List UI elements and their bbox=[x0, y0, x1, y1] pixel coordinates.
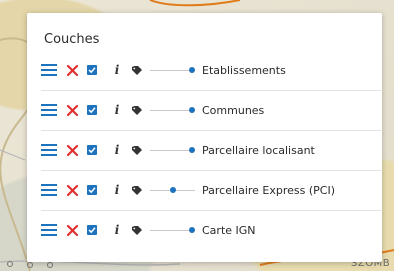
opacity-slider[interactable] bbox=[150, 185, 195, 195]
remove-icon[interactable] bbox=[67, 104, 78, 116]
menu-icon[interactable] bbox=[41, 224, 57, 236]
opacity-slider[interactable] bbox=[150, 225, 195, 235]
remove-icon[interactable] bbox=[67, 184, 78, 196]
info-icon[interactable]: i bbox=[112, 63, 122, 77]
layer-row[interactable]: i Etablissements bbox=[41, 50, 381, 91]
layer-name: Parcellaire Express (PCI) bbox=[202, 183, 336, 197]
slider-thumb[interactable] bbox=[189, 147, 195, 153]
remove-icon[interactable] bbox=[67, 64, 78, 76]
menu-icon[interactable] bbox=[41, 64, 57, 76]
checkbox-icon[interactable] bbox=[87, 105, 97, 115]
checkbox-icon[interactable] bbox=[87, 145, 97, 155]
layer-row[interactable]: i Carte IGN bbox=[41, 210, 381, 250]
panel-title: Couches bbox=[44, 32, 100, 47]
layer-row[interactable]: i Communes bbox=[41, 90, 381, 131]
checkbox-icon[interactable] bbox=[87, 185, 97, 195]
info-icon[interactable]: i bbox=[112, 143, 122, 157]
remove-icon[interactable] bbox=[67, 144, 78, 156]
layers-panel: Couches i Etablissements i Communes i Parcell… bbox=[27, 13, 382, 262]
info-icon[interactable]: i bbox=[112, 103, 122, 117]
layer-row[interactable]: i Parcellaire Express (PCI) bbox=[41, 170, 381, 211]
tag-icon[interactable] bbox=[132, 105, 142, 115]
checkbox-icon[interactable] bbox=[87, 225, 97, 235]
info-icon[interactable]: i bbox=[112, 223, 122, 237]
layer-name: Carte IGN bbox=[202, 223, 256, 237]
layer-row[interactable]: i Parcellaire localisant bbox=[41, 130, 381, 171]
info-icon[interactable]: i bbox=[112, 183, 122, 197]
slider-thumb[interactable] bbox=[189, 67, 195, 73]
slider-thumb[interactable] bbox=[189, 107, 195, 113]
remove-icon[interactable] bbox=[67, 224, 78, 236]
menu-icon[interactable] bbox=[41, 104, 57, 116]
opacity-slider[interactable] bbox=[150, 105, 195, 115]
tag-icon[interactable] bbox=[132, 145, 142, 155]
checkbox-icon[interactable] bbox=[87, 65, 97, 75]
layer-name: Parcellaire localisant bbox=[202, 143, 315, 157]
menu-icon[interactable] bbox=[41, 184, 57, 196]
tag-icon[interactable] bbox=[132, 65, 142, 75]
slider-thumb[interactable] bbox=[170, 187, 176, 193]
opacity-slider[interactable] bbox=[150, 145, 195, 155]
menu-icon[interactable] bbox=[41, 144, 57, 156]
tag-icon[interactable] bbox=[132, 185, 142, 195]
layer-name: Communes bbox=[202, 103, 265, 117]
tag-icon[interactable] bbox=[132, 225, 142, 235]
opacity-slider[interactable] bbox=[150, 65, 195, 75]
slider-thumb[interactable] bbox=[189, 227, 195, 233]
layer-name: Etablissements bbox=[202, 63, 286, 77]
